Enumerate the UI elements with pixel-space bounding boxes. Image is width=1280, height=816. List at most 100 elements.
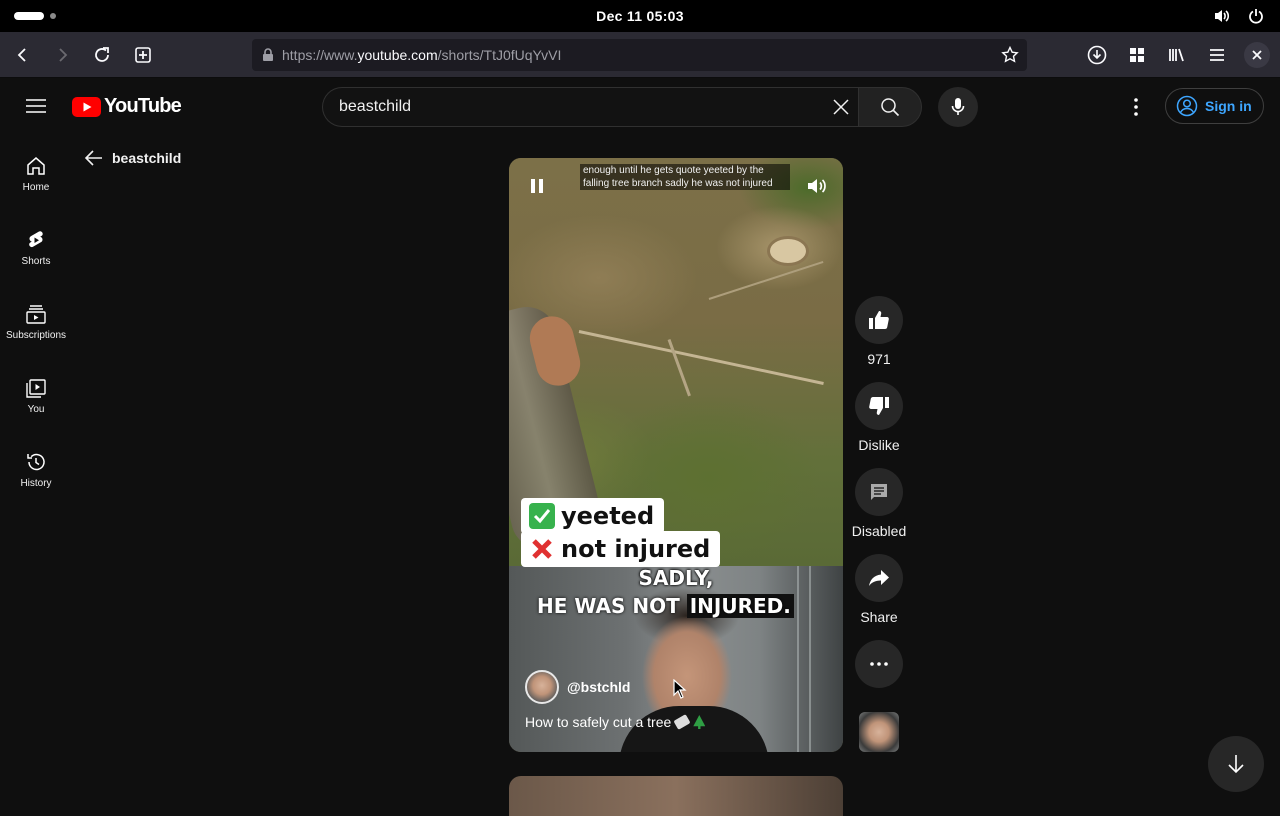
close-window-button[interactable] — [1244, 42, 1270, 68]
not-injured-sticker: not injured — [521, 531, 721, 567]
short-video-player[interactable]: enough until he gets quote yeeted by the… — [509, 158, 843, 752]
menu-icon — [1210, 49, 1224, 61]
arrow-back-icon — [84, 150, 102, 166]
guide-label: Home — [22, 182, 50, 193]
mouse-cursor-icon — [673, 679, 687, 699]
guide-label: History — [20, 478, 52, 489]
lock-icon[interactable] — [262, 48, 274, 62]
dislike-button[interactable] — [855, 382, 903, 430]
app-menu-button[interactable] — [1204, 42, 1230, 68]
extensions-button[interactable] — [1124, 42, 1150, 68]
search-button[interactable] — [858, 87, 922, 127]
sticker-yes-text: yeeted — [561, 502, 655, 530]
grid-icon — [1130, 48, 1144, 62]
comments-button[interactable] — [855, 468, 903, 516]
history-icon — [27, 453, 45, 471]
power-icon[interactable] — [1246, 6, 1266, 26]
back-to-search[interactable]: beastchild — [84, 148, 181, 168]
channel-row[interactable]: @bstchld — [525, 670, 630, 704]
pause-button[interactable] — [525, 174, 549, 198]
next-short-button[interactable] — [1208, 736, 1264, 792]
share-action: Share — [851, 554, 907, 625]
share-icon — [869, 570, 889, 586]
sticker-no-text: not injured — [561, 535, 711, 563]
video-caption-text: enough until he gets quote yeeted by the… — [580, 164, 790, 190]
settings-menu-button[interactable] — [1124, 95, 1148, 119]
os-top-bar: Dec 11 05:03 — [0, 0, 1280, 32]
short-title[interactable]: How to safely cut a tree — [525, 714, 706, 730]
guide-item-home[interactable]: Home — [0, 135, 72, 209]
url-text[interactable]: https://www.youtube.com/shorts/TtJ0fUqYv… — [282, 47, 561, 63]
library-icon — [1169, 48, 1184, 62]
guide-item-subscriptions[interactable]: Subscriptions — [0, 283, 72, 357]
back-label: beastchild — [112, 150, 182, 166]
comments-label: Disabled — [851, 523, 907, 539]
voice-search-button[interactable] — [938, 87, 978, 127]
dislike-label: Dislike — [858, 437, 900, 453]
search-icon — [881, 98, 900, 117]
channel-handle[interactable]: @bstchld — [567, 679, 630, 695]
plus-square-icon — [135, 47, 151, 63]
volume-icon — [808, 179, 826, 193]
mute-button[interactable] — [805, 174, 829, 198]
channel-avatar[interactable] — [525, 670, 559, 704]
you-icon — [26, 379, 46, 398]
arrow-left-icon — [17, 48, 26, 62]
more-horizontal-icon — [870, 662, 888, 666]
reload-icon — [95, 47, 109, 62]
guide-menu-button[interactable] — [24, 96, 48, 116]
home-icon — [27, 157, 45, 175]
pause-icon — [531, 179, 543, 193]
tree-emoji-icon — [693, 715, 706, 729]
search-input[interactable]: beastchild — [322, 87, 858, 127]
arrow-down-icon — [1228, 755, 1244, 774]
menu-icon — [26, 99, 46, 113]
system-clock[interactable]: Dec 11 05:03 — [0, 8, 1280, 24]
like-button[interactable] — [855, 296, 903, 344]
like-count: 971 — [867, 351, 891, 367]
youtube-logo-text: YouTube — [104, 95, 182, 117]
reload-button[interactable] — [89, 42, 115, 68]
tree-stump — [767, 236, 809, 266]
overlay-text-line2: HE WAS NOT INJURED. — [537, 594, 794, 618]
short-actions: 971 Dislike Disabled Share — [851, 296, 907, 703]
volume-icon[interactable] — [1212, 6, 1232, 26]
comments-action: Disabled — [851, 468, 907, 539]
forward-button[interactable] — [49, 42, 75, 68]
guide-label: Shorts — [21, 256, 51, 267]
guide-item-shorts[interactable]: Shorts — [0, 209, 72, 283]
microphone-icon — [951, 98, 965, 115]
youtube-logo[interactable]: YouTube — [72, 95, 182, 118]
next-short-preview[interactable] — [509, 776, 843, 816]
youtube-masthead: YouTube beastchild Sign in — [0, 79, 1280, 135]
library-button[interactable] — [1164, 42, 1190, 68]
check-mark-icon — [529, 503, 555, 529]
download-icon — [1087, 45, 1107, 65]
share-button[interactable] — [855, 554, 903, 602]
cross-mark-icon — [529, 536, 555, 562]
sign-in-label: Sign in — [1205, 98, 1252, 114]
downloads-button[interactable] — [1084, 42, 1110, 68]
bookmark-star-icon[interactable] — [1001, 46, 1019, 64]
close-icon — [1252, 50, 1262, 60]
more-actions-button[interactable] — [855, 640, 903, 688]
sign-in-button[interactable]: Sign in — [1165, 88, 1264, 124]
thumbs-down-icon — [869, 397, 889, 415]
share-label: Share — [860, 609, 898, 625]
back-button[interactable] — [10, 42, 36, 68]
more-vertical-icon — [1134, 98, 1138, 116]
search-value[interactable]: beastchild — [339, 98, 411, 116]
more-action — [851, 640, 907, 688]
address-bar[interactable]: https://www.youtube.com/shorts/TtJ0fUqYv… — [252, 39, 1027, 71]
guide-item-history[interactable]: History — [0, 431, 72, 505]
close-icon — [833, 99, 849, 115]
shorts-icon — [29, 231, 43, 248]
youtube-play-icon — [72, 96, 101, 117]
arrow-right-icon — [59, 48, 68, 62]
guide-item-you[interactable]: You — [0, 357, 72, 431]
sound-thumbnail[interactable] — [859, 712, 899, 752]
account-circle-icon — [1176, 95, 1198, 117]
clear-search-button[interactable] — [828, 94, 854, 120]
new-tab-button[interactable] — [130, 42, 156, 68]
guide-label: You — [27, 404, 45, 415]
